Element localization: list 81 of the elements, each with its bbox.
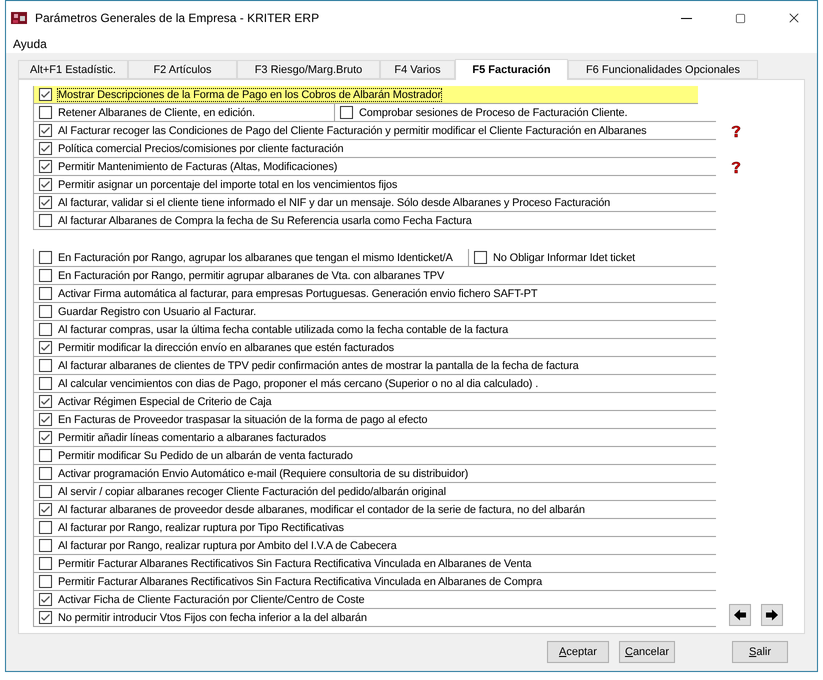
checkbox-label[interactable]: En Facturación por Rango, agrupar los albaranes que tengan el mismo Identicket/A xyxy=(58,252,453,264)
checkbox[interactable] xyxy=(39,503,52,516)
checkbox-label[interactable]: En Facturación por Rango, permitir agrupar albaranes de Vta. con albaranes TPV xyxy=(58,270,444,282)
checkbox-label[interactable]: Permitir Mantenimiento de Facturas (Altas, Modificaciones) xyxy=(58,160,338,172)
checkbox[interactable] xyxy=(39,431,52,444)
checkbox[interactable] xyxy=(39,467,52,480)
next-button[interactable] xyxy=(761,604,783,626)
dialog-button[interactable]: Aceptar xyxy=(547,640,609,662)
checkbox[interactable] xyxy=(39,269,52,282)
checkbox-label[interactable]: Permitir asignar un porcentaje del importe total en los vencimientos fijos xyxy=(58,178,398,190)
checkbox-label[interactable]: Comprobar sesiones de Proceso de Facturación Cliente. xyxy=(359,106,628,118)
checkbox[interactable] xyxy=(39,88,52,101)
checkbox[interactable] xyxy=(39,160,52,173)
checkbox[interactable] xyxy=(39,521,52,534)
tab[interactable]: F2 Artículos xyxy=(128,60,237,79)
checkbox[interactable] xyxy=(39,142,52,155)
checkbox-label[interactable]: Activar Régimen Especial de Criterio de Caja xyxy=(58,396,272,408)
checkbox[interactable] xyxy=(39,196,52,209)
dialog-button[interactable]: Cancelar xyxy=(619,640,675,662)
checkbox-label[interactable]: Mostrar Descripciones de la Forma de Pago en los Cobros de Albarán Mostrador xyxy=(58,88,441,100)
checkbox[interactable] xyxy=(39,106,52,119)
checkbox[interactable] xyxy=(39,539,52,552)
menu-item[interactable]: Ayuda xyxy=(13,37,47,51)
checkbox[interactable] xyxy=(39,485,52,498)
checkbox[interactable] xyxy=(39,305,52,318)
checkbox[interactable] xyxy=(474,251,487,264)
checkbox-label[interactable]: Guardar Registro con Usuario al Facturar. xyxy=(58,306,256,318)
tab[interactable]: F4 Varios xyxy=(380,60,455,79)
left-arrow-icon xyxy=(733,608,747,622)
dialog-button[interactable]: Salir xyxy=(732,640,788,662)
checkbox[interactable] xyxy=(39,557,52,570)
checkbox[interactable] xyxy=(340,106,353,119)
tab[interactable]: F5 Facturación xyxy=(455,59,568,80)
checkbox-label[interactable]: Activar programación Envio Automático e-mail (Requiere consultoria de su distribuidor) xyxy=(58,468,468,480)
tab[interactable]: F6 Funcionalidades Opcionales xyxy=(568,60,758,79)
app-icon xyxy=(11,10,27,26)
checkbox-label[interactable]: Al facturar albaranes de clientes de TPV pedir confirmación antes de mostrar la pantalla de la fecha de factura xyxy=(58,360,579,372)
checkbox[interactable] xyxy=(39,413,52,426)
checkbox-label[interactable]: Al facturar por Rango, realizar ruptura por Ambito del I.V.A de Cabecera xyxy=(58,540,397,552)
checkbox[interactable] xyxy=(39,341,52,354)
checkbox-label[interactable]: Activar Ficha de Cliente Facturación por Cliente/Centro de Coste xyxy=(58,594,364,606)
checkbox-label[interactable]: Al Facturar recoger las Condiciones de Pago del Cliente Facturación y permitir modificar el Cliente Facturación en Albaranes xyxy=(58,124,647,136)
checkbox[interactable] xyxy=(39,323,52,336)
checkbox[interactable] xyxy=(39,575,52,588)
checkbox-label[interactable]: Al facturar por Rango, realizar ruptura por Tipo Rectificativas xyxy=(58,522,344,534)
checkbox[interactable] xyxy=(39,395,52,408)
right-arrow-icon xyxy=(765,608,779,622)
checkbox[interactable] xyxy=(39,287,52,300)
checkbox[interactable] xyxy=(39,611,52,624)
checkbox-label[interactable]: En Facturas de Proveedor traspasar la situación de la forma de pago al efecto xyxy=(58,414,428,426)
checkbox[interactable] xyxy=(39,214,52,227)
checkbox-label[interactable]: Permitir modificar la dirección envío en albaranes que estén facturados xyxy=(58,342,394,354)
checkbox[interactable] xyxy=(39,449,52,462)
maximize-icon xyxy=(734,12,746,24)
checkbox-label[interactable]: Al facturar, validar si el cliente tiene informado el NIF y dar un mensaje. Sólo desde Albaranes y Proceso Facturación xyxy=(58,196,610,208)
checkbox-label[interactable]: No Obligar Informar Idet ticket xyxy=(493,252,636,264)
checkbox[interactable] xyxy=(39,178,52,191)
checkbox[interactable] xyxy=(39,124,52,137)
window-title: Parámetros Generales de la Empresa - KRITER ERP xyxy=(35,11,320,25)
checkbox-label[interactable]: Al calcular vencimientos con dias de Pago, proponer el más cercano (Superior o no al dia calculado) . xyxy=(58,378,538,390)
previous-button[interactable] xyxy=(729,604,751,626)
checkbox-label[interactable]: No permitir introducir Vtos Fijos con fecha inferior a la del albarán xyxy=(58,612,367,624)
checkbox-label[interactable]: Al facturar Albaranes de Compra la fecha de Su Referencia usarla como Fecha Factura xyxy=(58,214,472,226)
checkbox[interactable] xyxy=(39,377,52,390)
checkbox[interactable] xyxy=(39,593,52,606)
checkbox-label[interactable]: Al servir / copiar albaranes recoger Cliente Facturación del pedido/albarán original xyxy=(58,486,446,498)
checkbox-label[interactable]: Permitir modificar Su Pedido de un albarán de venta facturado xyxy=(58,450,353,462)
checkbox-label[interactable]: Activar Firma automática al facturar, para empresas Portuguesas. Generación envio fichero SAFT-PT xyxy=(58,288,538,300)
checkbox-label[interactable]: Permitir añadir líneas comentario a albaranes facturados xyxy=(58,432,326,444)
tab[interactable]: Alt+F1 Estadístic. xyxy=(18,60,128,79)
checkbox[interactable] xyxy=(39,359,52,372)
checkbox-label[interactable]: Retener Albaranes de Cliente, en edición. xyxy=(58,106,255,118)
checkbox-label[interactable]: Política comercial Precios/comisiones por cliente facturación xyxy=(58,142,344,154)
help-icon[interactable] xyxy=(729,160,743,174)
checkbox-label[interactable]: Al facturar compras, usar la última fecha contable utilizada como la fecha contable de la factura xyxy=(58,324,508,336)
tab[interactable]: F3 Riesgo/Marg.Bruto xyxy=(237,60,380,79)
checkbox-label[interactable]: Al facturar albaranes de proveedor desde albaranes, modificar el contador de la serie de factura, no del albarán xyxy=(58,504,585,516)
checkbox-label[interactable]: Permitir Facturar Albaranes Rectificativos Sin Factura Rectificativa Vinculada en Albaranes de Venta xyxy=(58,558,532,570)
checkbox-label[interactable]: Permitir Facturar Albaranes Rectificativos Sin Factura Rectificativa Vinculada en Albaranes de Compra xyxy=(58,576,542,588)
checkbox[interactable] xyxy=(39,251,52,264)
help-icon[interactable] xyxy=(729,124,743,138)
